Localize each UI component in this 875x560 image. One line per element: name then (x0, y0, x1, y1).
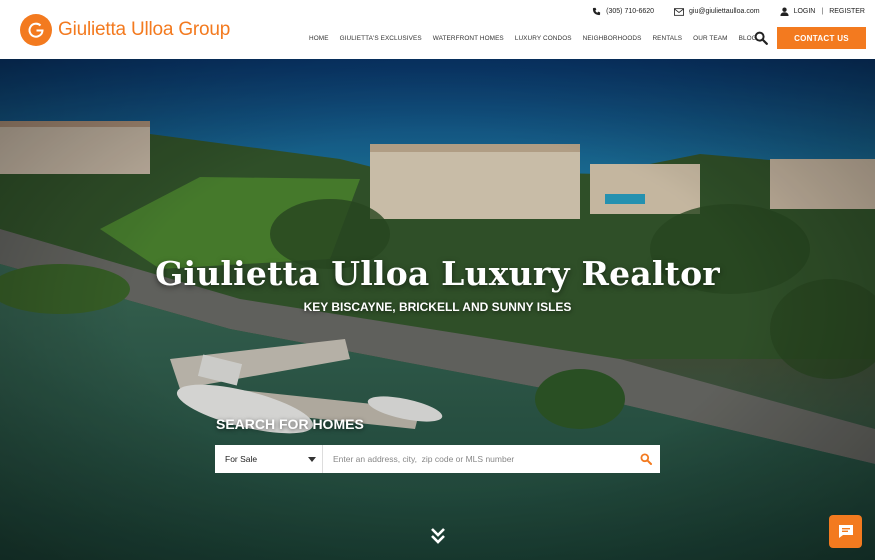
caret-down-icon (308, 456, 316, 462)
logo-mark-icon (20, 14, 52, 46)
brand-name: Giulietta Ulloa Group (58, 19, 231, 40)
search-heading: SEARCH FOR HOMES (216, 416, 364, 432)
live-chat-button[interactable] (829, 515, 862, 548)
hero-section: Giulietta Ulloa Luxury Realtor KEY BISCA… (0, 59, 875, 560)
nav-waterfront-homes[interactable]: WATERFRONT HOMES (433, 35, 504, 42)
nav-exclusives[interactable]: GIULIETTA'S EXCLUSIVES (340, 35, 422, 42)
login-register-separator: | (821, 8, 824, 15)
user-icon (780, 7, 789, 16)
main-nav: HOME GIULIETTA'S EXCLUSIVES WATERFRONT H… (309, 35, 768, 42)
nav-luxury-condos[interactable]: LUXURY CONDOS (515, 35, 572, 42)
nav-neighborhoods[interactable]: NEIGHBORHOODS (583, 35, 642, 42)
hero-subtitle: KEY BISCAYNE, BRICKELL AND SUNNY ISLES (303, 300, 572, 314)
home-search-bar: For Sale (215, 445, 660, 473)
listing-type-select[interactable]: For Sale (215, 445, 323, 473)
hero-title: Giulietta Ulloa Luxury Realtor (155, 254, 720, 293)
double-chevron-down-icon[interactable] (430, 527, 446, 545)
phone-number: (305) 710-6620 (606, 8, 655, 15)
search-input[interactable] (323, 445, 632, 473)
nav-rentals[interactable]: RENTALS (652, 35, 682, 42)
email-address: giu@giuliettaulloa.com (689, 8, 760, 15)
contact-us-button[interactable]: CONTACT US (777, 27, 866, 49)
nav-our-team[interactable]: OUR TEAM (693, 35, 727, 42)
search-icon[interactable] (754, 31, 768, 45)
register-link[interactable]: REGISTER (829, 8, 865, 15)
envelope-icon (674, 7, 685, 16)
search-icon (640, 453, 652, 465)
nav-home[interactable]: HOME (309, 35, 329, 42)
email-link[interactable]: giu@giuliettaulloa.com (674, 7, 760, 16)
chat-bubble-icon (838, 525, 853, 538)
listing-type-value: For Sale (225, 454, 258, 464)
site-header: Giulietta Ulloa Group (305) 710-6620 giu… (0, 0, 875, 59)
phone-icon (593, 7, 601, 16)
login-label: LOGIN (793, 8, 816, 15)
phone-link[interactable]: (305) 710-6620 (592, 7, 654, 16)
brand-logo[interactable]: Giulietta Ulloa Group (20, 14, 230, 46)
search-submit-button[interactable] (632, 445, 660, 473)
top-utility-bar: (305) 710-6620 giu@giuliettaulloa.com LO… (592, 7, 865, 16)
login-link[interactable]: LOGIN (780, 7, 816, 16)
